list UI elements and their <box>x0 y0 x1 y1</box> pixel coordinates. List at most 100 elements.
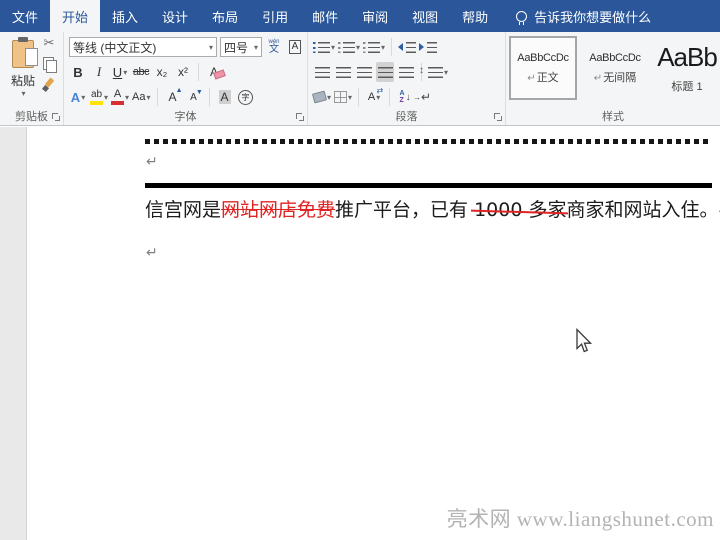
double-border-line <box>145 183 712 188</box>
enclose-characters-button[interactable]: 字 <box>237 87 255 107</box>
sort-button[interactable]: A Z ↓ <box>396 87 414 107</box>
format-painter-icon[interactable] <box>42 78 56 92</box>
paragraph-mark: ↵ <box>146 245 158 261</box>
justify-button[interactable] <box>376 62 394 82</box>
text-effects-button[interactable]: A ▾ <box>69 87 87 107</box>
show-marks-icon: ↵ <box>421 90 431 104</box>
dropdown-icon: ▾ <box>123 68 127 77</box>
shading-button[interactable]: ▾ <box>313 87 331 107</box>
superscript-button[interactable]: x² <box>174 62 192 82</box>
shading-icon <box>312 90 327 103</box>
align-right-button[interactable] <box>355 62 373 82</box>
style-heading1[interactable]: AaBb 标题 1 <box>653 36 720 100</box>
font-size-combo[interactable]: 四号 ▾ <box>220 37 262 57</box>
text-normal: 信宫网是 <box>145 199 221 221</box>
paragraph-dialog-launcher[interactable] <box>494 113 503 122</box>
font-color-icon: A <box>111 89 124 105</box>
pilcrow-icon: ↵ <box>594 73 602 84</box>
distribute-button[interactable] <box>397 62 415 82</box>
font-name-combo[interactable]: 等线 (中文正文) ▾ <box>69 37 217 57</box>
bullets-button[interactable]: ▾ <box>313 37 335 57</box>
dropdown-icon: ▾ <box>348 93 352 102</box>
dropdown-icon: ▾ <box>125 93 129 102</box>
watermark: 亮术网 www.liangshunet.com <box>447 503 714 533</box>
font-color-button[interactable]: A ▾ <box>111 87 129 107</box>
dropdown-icon: ▾ <box>104 93 108 102</box>
clipboard-group: 粘贴 ▾ ✂ 剪贴板 <box>0 32 64 125</box>
styles-group: AaBbCcDc ↵正文 AaBbCcDc ↵无间隔 AaBb 标题 1 样式 <box>506 32 720 125</box>
change-case-button[interactable]: Aa ▾ <box>132 87 150 107</box>
font-size-value: 四号 <box>224 39 248 56</box>
tab-mailings[interactable]: 邮件 <box>300 0 350 32</box>
tab-references[interactable]: 引用 <box>250 0 300 32</box>
tab-home[interactable]: 开始 <box>50 0 100 32</box>
dropdown-icon: ▾ <box>254 43 258 52</box>
phonetic-guide-icon: wén 文 <box>268 39 279 55</box>
justify-icon <box>378 67 393 78</box>
align-center-icon <box>336 67 351 78</box>
lightbulb-icon <box>516 11 527 22</box>
highlight-icon: ab <box>90 90 103 105</box>
tell-me-box[interactable]: 告诉我你想要做什么 <box>516 0 651 32</box>
phonetic-guide-button[interactable]: wén 文 <box>265 37 283 57</box>
document-paragraph[interactable]: 信宫网是网站网店免费推广平台，已有 1000 多家商家和网站入住。↵ <box>145 197 720 224</box>
dotted-border-line <box>145 139 712 144</box>
ribbon: 粘贴 ▾ ✂ 剪贴板 等线 (中文正文) ▾ 四号 ▾ wén 文 <box>0 32 720 126</box>
bold-button[interactable]: B <box>69 62 87 82</box>
strikethrough-button[interactable]: abc <box>132 62 150 82</box>
align-right-icon <box>357 67 372 78</box>
paste-label: 粘贴 <box>11 72 35 89</box>
cut-icon[interactable]: ✂ <box>44 36 55 50</box>
increase-indent-button[interactable] <box>419 37 437 57</box>
asian-layout-button[interactable]: A ▾ <box>365 87 383 107</box>
text-normal: 商家和网站入住。 <box>566 199 718 221</box>
align-left-button[interactable] <box>313 62 331 82</box>
text-effects-icon: A <box>71 90 80 105</box>
borders-button[interactable]: ▾ <box>334 87 352 107</box>
paragraph-mark: ↵ <box>146 154 158 170</box>
borders-icon <box>334 91 347 103</box>
dropdown-icon: ▾ <box>381 43 385 52</box>
tab-review[interactable]: 审阅 <box>350 0 400 32</box>
distribute-icon <box>399 67 414 78</box>
style-no-spacing[interactable]: AaBbCcDc ↵无间隔 <box>581 36 649 100</box>
document-area[interactable]: ↵ 信宫网是网站网店免费推广平台，已有 1000 多家商家和网站入住。↵ ↵ 亮… <box>0 127 720 540</box>
left-margin-strip <box>0 127 27 540</box>
tab-file[interactable]: 文件 <box>0 0 50 32</box>
styles-group-label: 样式 <box>506 108 720 124</box>
tab-insert[interactable]: 插入 <box>100 0 150 32</box>
character-border-button[interactable]: A <box>286 37 304 57</box>
shrink-font-button[interactable]: A <box>185 87 203 107</box>
text-normal: 推广平台，已有 <box>335 199 474 221</box>
dropdown-icon: ▾ <box>331 43 335 52</box>
tab-view[interactable]: 视图 <box>400 0 450 32</box>
clipboard-dialog-launcher[interactable] <box>52 113 61 122</box>
dropdown-icon: ▾ <box>444 68 448 77</box>
dropdown-icon: ▾ <box>209 43 213 52</box>
italic-button[interactable]: I <box>90 62 108 82</box>
multilevel-list-button[interactable]: ▾ <box>363 37 385 57</box>
subscript-button[interactable]: x₂ <box>153 62 171 82</box>
dropdown-icon: ▾ <box>327 93 331 102</box>
decrease-indent-button[interactable] <box>398 37 416 57</box>
copy-icon[interactable] <box>43 57 56 71</box>
asian-layout-icon: A <box>368 91 375 103</box>
character-border-icon: A <box>289 40 302 54</box>
paste-button[interactable]: 粘贴 ▾ <box>6 37 40 109</box>
font-dialog-launcher[interactable] <box>296 113 305 122</box>
character-shading-button[interactable]: A <box>216 87 234 107</box>
numbering-button[interactable]: ▾ <box>338 37 360 57</box>
text-highlight-button[interactable]: ab ▾ <box>90 87 108 107</box>
clear-formatting-button[interactable]: A <box>205 62 223 82</box>
multilevel-list-icon <box>363 42 380 53</box>
show-marks-button[interactable]: ↵ <box>417 87 435 107</box>
grow-font-button[interactable]: A <box>164 87 182 107</box>
tab-layout[interactable]: 布局 <box>200 0 250 32</box>
tab-help[interactable]: 帮助 <box>450 0 500 32</box>
align-center-button[interactable] <box>334 62 352 82</box>
line-spacing-button[interactable]: ▾ <box>428 62 448 82</box>
underline-button[interactable]: U ▾ <box>111 62 129 82</box>
bullets-icon <box>313 42 330 53</box>
style-normal[interactable]: AaBbCcDc ↵正文 <box>509 36 577 100</box>
tab-design[interactable]: 设计 <box>150 0 200 32</box>
